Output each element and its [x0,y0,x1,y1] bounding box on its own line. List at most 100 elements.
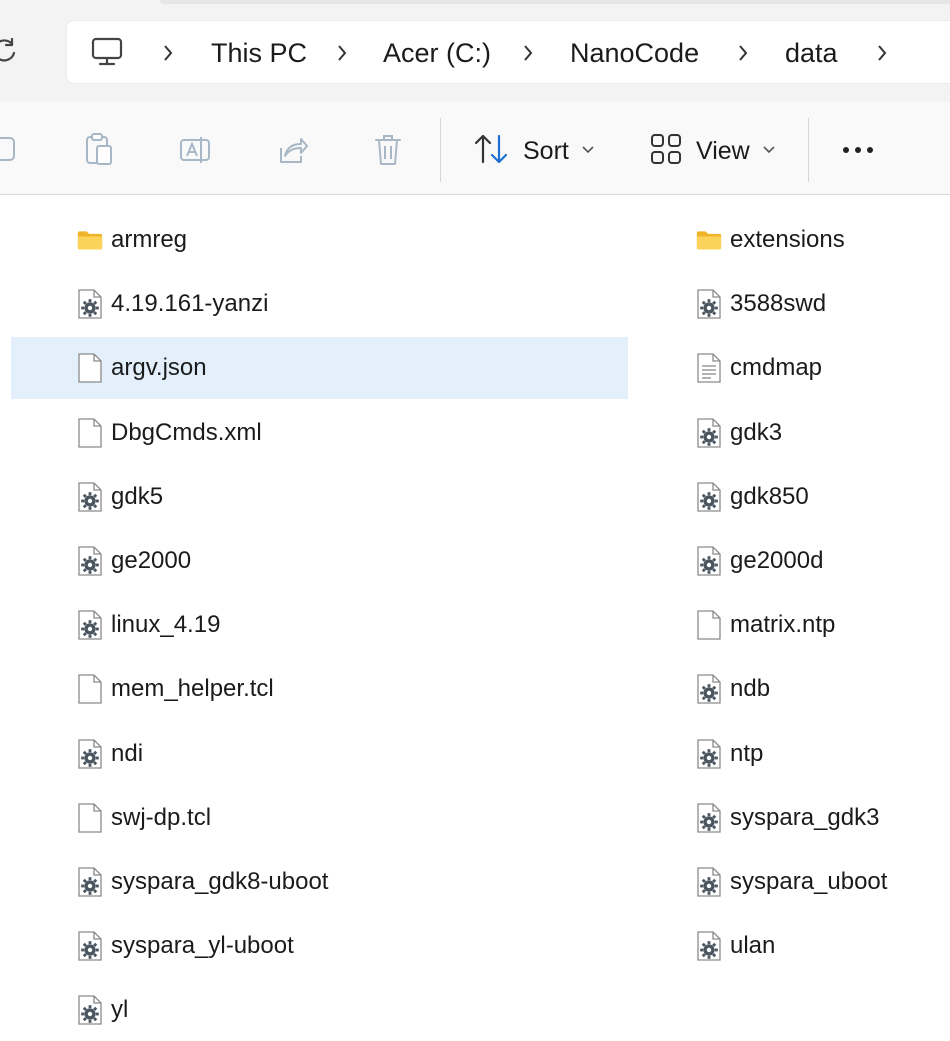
file-item[interactable]: yl [11,979,628,1041]
refresh-icon[interactable] [0,36,20,66]
file-item[interactable]: mem_helper.tcl [11,658,628,720]
item-name: ulan [730,932,776,960]
system-file-icon [77,546,103,576]
computer-icon[interactable] [90,36,124,68]
item-name: DbgCmds.xml [111,418,262,446]
item-name: syspara_gdk8-uboot [111,868,329,895]
file-icon [696,610,722,640]
file-item[interactable]: gdk5 [11,466,628,528]
file-item[interactable]: DbgCmds.xml [11,402,628,464]
sort-icon [473,132,509,171]
text-file-icon [696,353,722,384]
sort-button[interactable]: Sort [473,128,595,174]
sort-label: Sort [523,136,569,165]
breadcrumb-this-pc[interactable]: This PC [211,38,307,68]
breadcrumb-nanocode[interactable]: NanoCode [570,38,699,68]
item-name: linux_4.19 [111,611,221,639]
item-name: 3588swd [730,290,827,318]
view-grid-icon [650,133,682,170]
item-name: swj-dp.tcl [111,803,212,831]
item-name: syspara_yl-uboot [111,932,294,960]
file-item[interactable]: linux_4.19 [11,594,628,656]
system-file-icon [696,931,722,961]
share-icon[interactable] [275,132,309,168]
item-name: ndb [730,675,771,703]
chevron-down-icon [762,142,776,160]
breadcrumb-data[interactable]: data [785,38,838,68]
system-file-icon [77,289,103,319]
system-file-icon [77,610,103,640]
file-item[interactable]: cmdmap [630,337,884,399]
item-name: mem_helper.tcl [111,675,274,703]
file-icon [77,417,103,448]
file-item[interactable]: syspara_gdk8-uboot [11,851,628,913]
item-name: 4.19.161-yanzi [111,290,269,318]
file-item[interactable]: ntp [630,723,884,785]
file-item[interactable]: ge2000 [11,530,628,592]
file-item[interactable]: ulan [630,915,884,977]
rename-icon[interactable] [178,132,212,168]
item-name: armreg [111,226,188,253]
item-name: ge2000d [730,547,824,574]
breadcrumb-drive[interactable]: Acer (C:) [383,38,491,68]
system-file-icon [696,674,722,705]
folder-item[interactable]: extensions [630,209,884,271]
item-name: gdk850 [730,482,809,510]
system-file-icon [696,289,722,319]
folder-item[interactable]: armreg [11,209,628,271]
item-name: syspara_gdk3 [730,803,880,831]
system-file-icon [77,738,103,769]
file-item[interactable]: ndb [630,658,884,720]
file-item[interactable]: gdk850 [630,466,884,528]
more-options-icon[interactable] [836,132,880,168]
toolbar-divider [440,118,441,182]
system-file-icon [696,867,722,897]
system-file-icon [77,931,103,961]
chevron-down-icon [581,142,595,160]
file-item[interactable]: ndi [11,723,628,785]
system-file-icon [77,995,103,1026]
item-name: gdk3 [730,418,783,446]
folder-icon [696,225,722,255]
file-item[interactable]: syspara_yl-uboot [11,915,628,977]
file-item[interactable]: argv.json [11,337,628,400]
system-file-icon [77,867,103,897]
file-icon [77,674,103,705]
file-item[interactable]: 4.19.161-yanzi [11,273,628,335]
system-file-icon [696,482,722,512]
toolbar-divider [808,118,809,182]
file-item[interactable]: 3588swd [630,273,884,335]
file-item[interactable]: syspara_gdk3 [630,787,884,849]
breadcrumb-chevron-icon[interactable] [332,41,352,65]
file-icon [77,803,103,833]
folder-icon [77,225,103,255]
breadcrumb-chevron-icon[interactable] [158,41,178,65]
file-item[interactable]: ge2000d [630,530,884,592]
system-file-icon [77,482,103,512]
file-item[interactable]: syspara_uboot [630,851,887,913]
item-name: ntp [730,739,764,767]
file-item[interactable]: swj-dp.tcl [11,787,628,849]
item-name: ndi [111,739,144,767]
item-name: ge2000 [111,547,192,574]
file-item[interactable]: matrix.ntp [630,594,884,656]
item-name: argv.json [111,354,207,382]
copy-icon[interactable] [0,132,20,168]
item-name: yl [111,996,129,1024]
breadcrumb-chevron-icon[interactable] [733,41,753,65]
delete-icon[interactable] [371,132,405,168]
item-name: extensions [730,226,845,253]
system-file-icon [696,738,722,769]
view-label: View [696,136,750,165]
breadcrumb-chevron-icon[interactable] [518,41,538,65]
system-file-icon [696,546,722,576]
system-file-icon [696,803,722,833]
breadcrumb-chevron-icon[interactable] [872,41,892,65]
view-button[interactable]: View [650,128,776,174]
paste-icon[interactable] [82,132,116,168]
item-name: gdk5 [111,482,164,510]
item-name: cmdmap [730,354,823,382]
file-item[interactable]: gdk3 [630,402,884,464]
system-file-icon [696,417,722,448]
item-name: matrix.ntp [730,611,836,639]
